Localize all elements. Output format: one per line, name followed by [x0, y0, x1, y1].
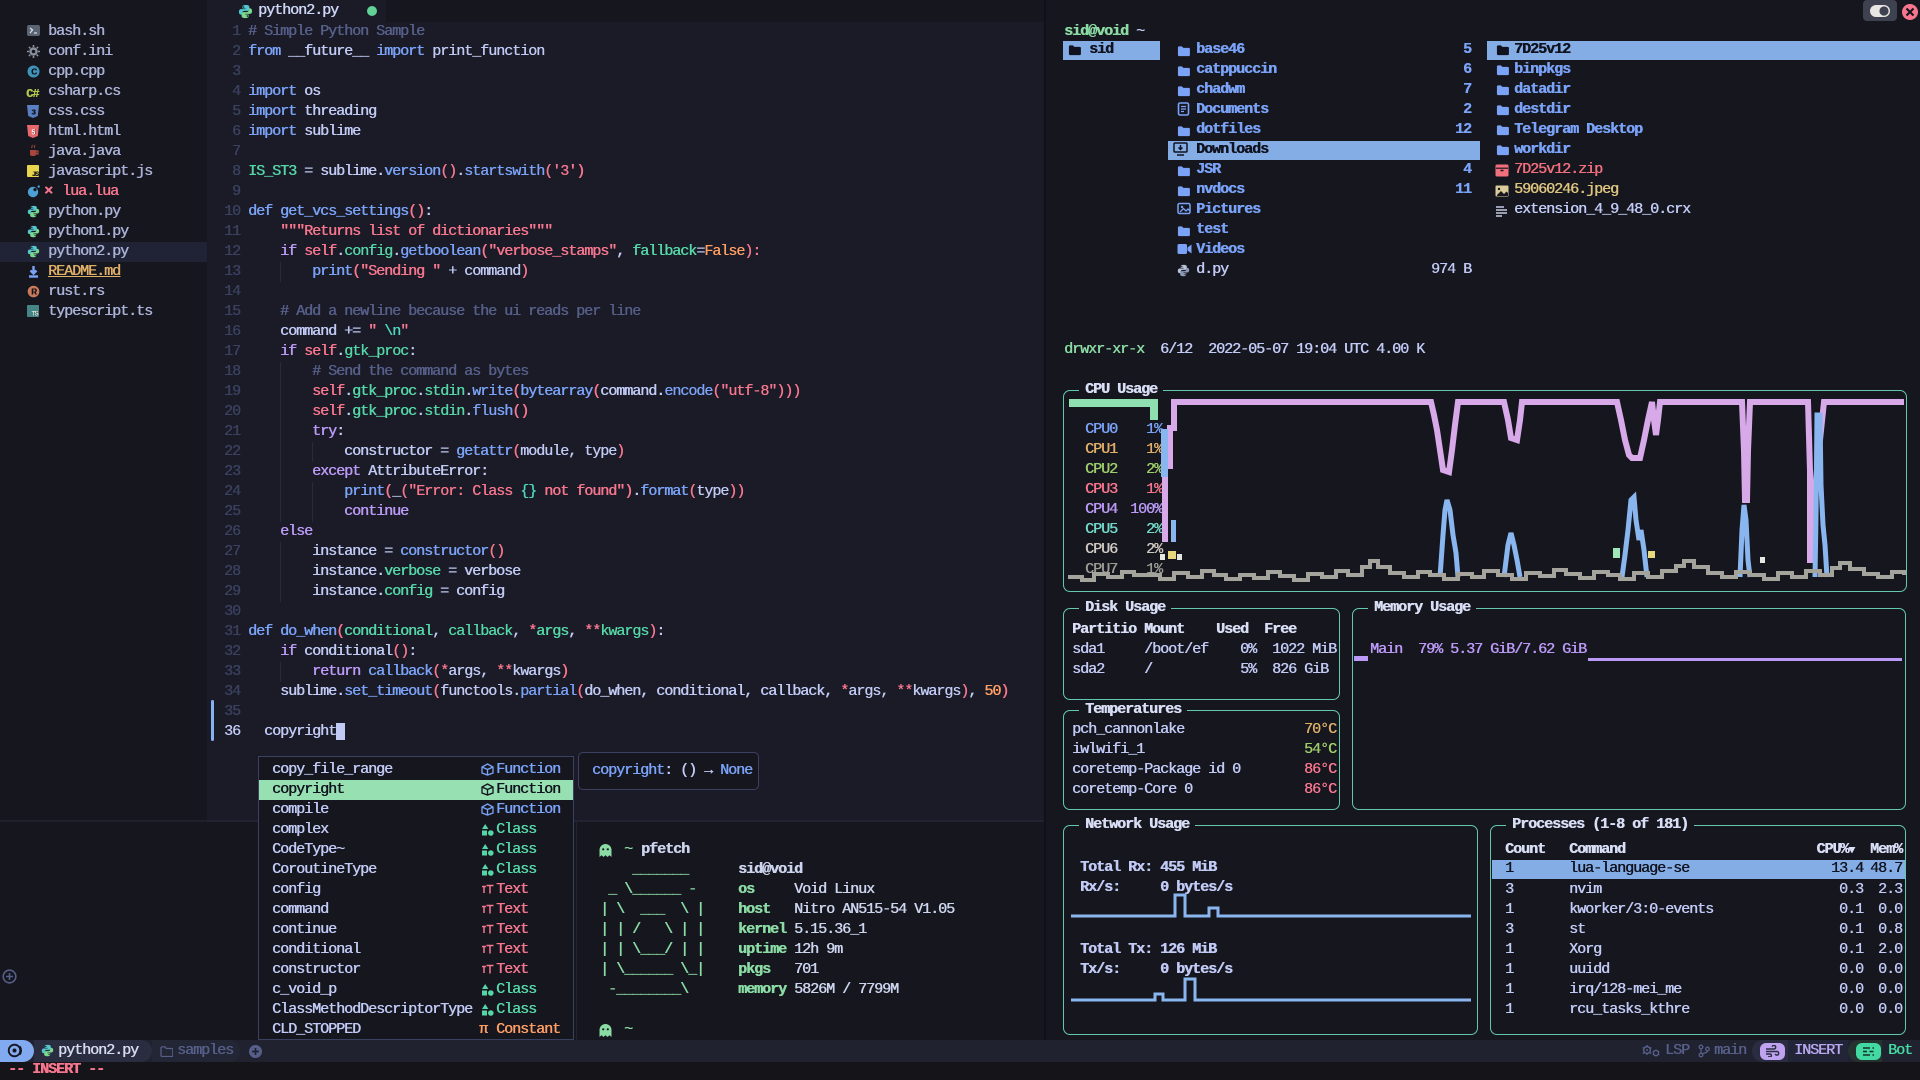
svg-text:TS: TS	[32, 311, 39, 318]
svg-text:JS: JS	[32, 171, 39, 177]
